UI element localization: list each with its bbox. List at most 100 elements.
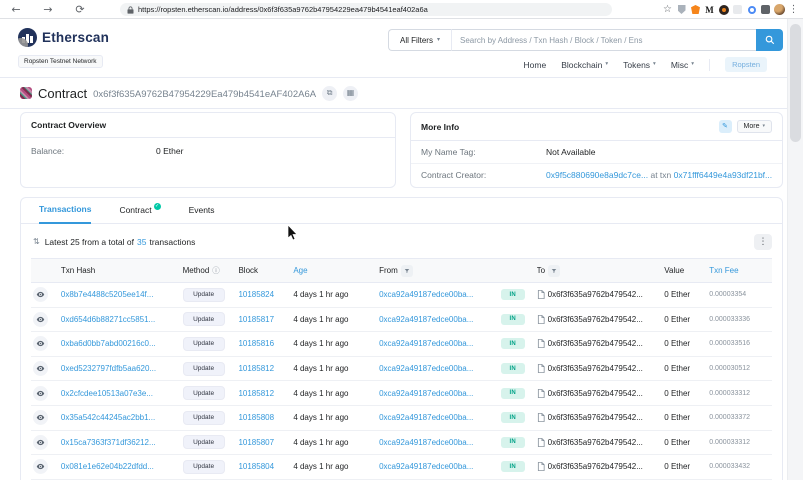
nav-home[interactable]: Home xyxy=(524,60,547,70)
block-link[interactable]: 10185812 xyxy=(238,364,274,373)
network-switch-button[interactable]: Ropsten xyxy=(725,57,767,72)
tx-preview-eye-button[interactable] xyxy=(33,386,48,401)
table-options-button[interactable]: ⋮ xyxy=(754,234,772,250)
creator-address-link[interactable]: 0x9f5c880690e8a9dc7ce... xyxy=(546,170,648,180)
bookmark-star-icon[interactable]: ☆ xyxy=(662,4,673,15)
txn-hash-link[interactable]: 0x081e1e62e04b22dfdd... xyxy=(61,462,154,471)
block-link[interactable]: 10185812 xyxy=(238,389,274,398)
contract-doc-icon xyxy=(537,364,545,373)
table-row: 0x081e1e62e04b22dfdd... Update 10185804 … xyxy=(31,455,772,480)
tx-preview-eye-button[interactable] xyxy=(33,287,48,302)
more-dropdown-button[interactable]: More ▾ xyxy=(737,120,772,133)
browser-menu-icon[interactable]: ⋮ xyxy=(788,4,799,15)
back-icon[interactable]: ← xyxy=(0,4,32,15)
value-text: 0 Ether xyxy=(664,364,690,373)
from-address-link[interactable]: 0xca92a49187edce00ba... xyxy=(379,389,473,398)
value-text: 0 Ether xyxy=(664,413,690,422)
edit-icon[interactable]: ✎ xyxy=(719,120,732,133)
verified-check-icon: ✓ xyxy=(154,203,161,210)
block-link[interactable]: 10185824 xyxy=(238,290,274,299)
tx-preview-eye-button[interactable] xyxy=(33,459,48,474)
contract-doc-icon xyxy=(537,413,545,422)
etherscan-logo-icon xyxy=(18,28,37,47)
search-filter-select[interactable]: All Filters ▾ xyxy=(388,29,452,51)
from-address-link[interactable]: 0xca92a49187edce00ba... xyxy=(379,364,473,373)
to-filter-icon[interactable] xyxy=(548,265,560,277)
tab-transactions[interactable]: Transactions xyxy=(39,204,91,224)
scrollbar-thumb[interactable] xyxy=(790,24,801,142)
from-address-link[interactable]: 0xca92a49187edce00ba... xyxy=(379,413,473,422)
chevron-down-icon: ▾ xyxy=(437,37,440,43)
extension-circle-icon[interactable] xyxy=(746,4,757,15)
txn-hash-link[interactable]: 0x2cfcdee10513a07e3e... xyxy=(61,389,153,398)
col-to: To xyxy=(537,266,545,275)
table-row: 0x2cfcdee10513a07e3e... Update 10185812 … xyxy=(31,381,772,406)
txn-hash-link[interactable]: 0x8b7e4488c5205ee14f... xyxy=(61,290,154,299)
forward-icon[interactable]: → xyxy=(32,4,64,15)
eye-icon xyxy=(36,413,45,422)
search-button[interactable] xyxy=(756,29,783,51)
profile-avatar[interactable] xyxy=(774,4,785,15)
to-address: 0x6f3f635a9762b479542... xyxy=(548,389,643,398)
extension-metamask-icon[interactable] xyxy=(690,4,701,15)
main-nav: Home Blockchain▾ Tokens▾ Misc▾ Ropsten xyxy=(524,57,767,72)
age-text: 4 days 1 hr ago xyxy=(293,315,348,324)
txn-hash-link[interactable]: 0x15ca7363f371df36212... xyxy=(61,438,156,447)
tx-preview-eye-button[interactable] xyxy=(33,410,48,425)
col-txn-fee-link[interactable]: Txn Fee xyxy=(709,266,738,275)
extension-wallet-icon[interactable] xyxy=(718,4,729,15)
extension-gray-icon[interactable] xyxy=(732,4,743,15)
block-link[interactable]: 10185816 xyxy=(238,339,274,348)
creator-txn-link[interactable]: 0x71fff6449e4a93df21bf... xyxy=(674,170,772,180)
from-filter-icon[interactable] xyxy=(401,265,413,277)
block-link[interactable]: 10185807 xyxy=(238,438,274,447)
address-bar[interactable]: https://ropsten.etherscan.io/address/0x6… xyxy=(120,3,612,16)
block-link[interactable]: 10185804 xyxy=(238,462,274,471)
from-address-link[interactable]: 0xca92a49187edce00ba... xyxy=(379,315,473,324)
tab-bar: Transactions Contract ✓ Events xyxy=(21,198,782,224)
extension-m-icon[interactable]: M xyxy=(704,4,715,15)
col-age-link[interactable]: Age xyxy=(293,266,307,275)
tab-contract[interactable]: Contract ✓ xyxy=(119,205,160,223)
col-value: Value xyxy=(664,266,684,275)
tx-preview-eye-button[interactable] xyxy=(33,435,48,450)
tab-events[interactable]: Events xyxy=(189,205,215,223)
to-address: 0x6f3f635a9762b479542... xyxy=(548,413,643,422)
total-transactions-link[interactable]: 35 xyxy=(137,237,146,247)
search-icon xyxy=(765,35,775,45)
contract-doc-icon xyxy=(537,315,545,324)
nav-misc[interactable]: Misc▾ xyxy=(671,60,694,70)
nav-tokens[interactable]: Tokens▾ xyxy=(623,60,656,70)
to-address: 0x6f3f635a9762b479542... xyxy=(548,462,643,471)
copy-address-button[interactable]: ⧉ xyxy=(322,86,337,101)
nav-divider xyxy=(709,59,710,71)
tx-preview-eye-button[interactable] xyxy=(33,336,48,351)
txn-hash-link[interactable]: 0xba6d0bb7abd00216c0... xyxy=(61,339,156,348)
refresh-icon[interactable]: ⟳ xyxy=(64,4,96,15)
col-txn-hash: Txn Hash xyxy=(61,266,95,275)
from-address-link[interactable]: 0xca92a49187edce00ba... xyxy=(379,339,473,348)
tx-preview-eye-button[interactable] xyxy=(33,361,48,376)
age-text: 4 days 1 hr ago xyxy=(293,389,348,398)
search-input[interactable] xyxy=(452,29,756,51)
txn-hash-link[interactable]: 0xed5232797fdfb5aa620... xyxy=(61,364,156,373)
from-address-link[interactable]: 0xca92a49187edce00ba... xyxy=(379,290,473,299)
txn-fee-text: 0.000030512 xyxy=(709,365,750,372)
etherscan-logo[interactable]: Etherscan xyxy=(18,28,109,47)
block-link[interactable]: 10185808 xyxy=(238,413,274,422)
from-address-link[interactable]: 0xca92a49187edce00ba... xyxy=(379,438,473,447)
balance-label: Balance: xyxy=(31,146,156,156)
block-link[interactable]: 10185817 xyxy=(238,315,274,324)
info-icon[interactable]: ⓘ xyxy=(212,267,220,275)
extension-shield-icon[interactable] xyxy=(676,4,687,15)
from-address-link[interactable]: 0xca92a49187edce00ba... xyxy=(379,462,473,471)
eye-icon xyxy=(36,438,45,447)
qr-grid-button[interactable]: ▦ xyxy=(343,86,358,101)
tx-preview-eye-button[interactable] xyxy=(33,312,48,327)
extension-puzzle-icon[interactable] xyxy=(760,4,771,15)
txn-hash-link[interactable]: 0x35a542c44245ac2bb1... xyxy=(61,413,155,422)
txn-hash-link[interactable]: 0xd654d6b88271cc5851... xyxy=(61,315,155,324)
direction-badge: IN xyxy=(501,388,525,399)
page-scrollbar[interactable] xyxy=(787,19,803,480)
nav-blockchain[interactable]: Blockchain▾ xyxy=(561,60,608,70)
